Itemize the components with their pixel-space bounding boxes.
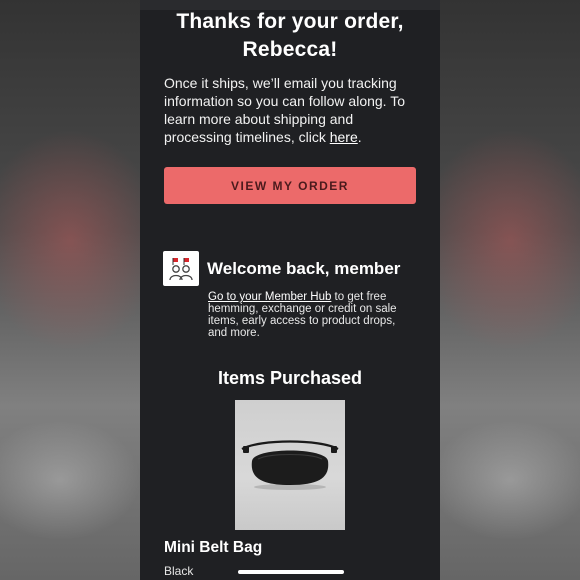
member-hub-paragraph: Go to your Member Hub to get free hemmin… — [208, 291, 416, 339]
shipping-info-link[interactable]: here — [330, 129, 358, 145]
shipping-intro-text: Once it ships, we’ll email you tracking … — [164, 75, 405, 145]
member-welcome-title: Welcome back, member — [207, 259, 401, 278]
shipping-intro-end: . — [357, 129, 362, 145]
email-screen[interactable]: Thanks for your order, Rebecca! Once it … — [140, 0, 440, 580]
blurred-background-right — [440, 0, 580, 580]
belt-bag-image[interactable] — [235, 400, 345, 530]
member-people-icon — [163, 251, 199, 286]
blurred-background-left — [0, 0, 140, 580]
shipping-intro-paragraph: Once it ships, we’ll email you tracking … — [164, 74, 420, 146]
items-purchased-title: Items Purchased — [217, 368, 363, 388]
product-name[interactable]: Mini Belt Bag — [164, 538, 262, 558]
product-color: Black — [164, 564, 194, 578]
view-my-order-button[interactable]: VIEW MY ORDER — [164, 167, 416, 204]
member-hub-link[interactable]: Go to your Member Hub — [208, 291, 331, 303]
order-thanks-heading: Thanks for your order, Rebecca! — [176, 10, 404, 61]
home-indicator[interactable] — [238, 570, 344, 574]
